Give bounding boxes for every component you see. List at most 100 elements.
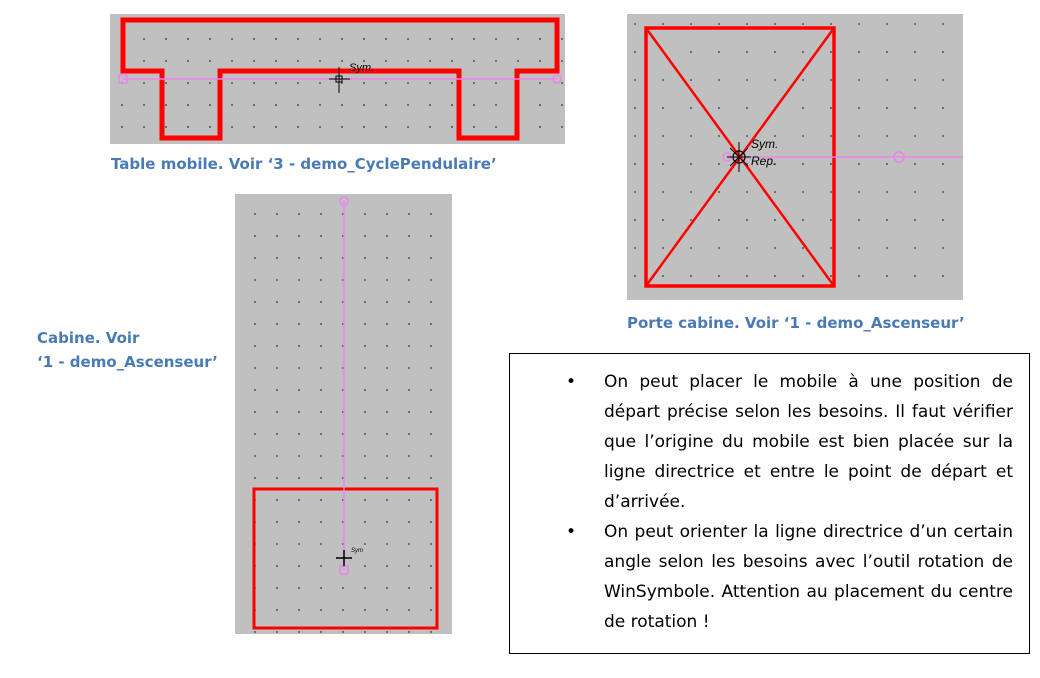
grid-dot bbox=[386, 433, 388, 435]
grid-dot bbox=[386, 499, 388, 501]
grid-dot bbox=[275, 38, 277, 40]
grid-dot bbox=[634, 163, 636, 165]
grid-dot bbox=[342, 631, 344, 633]
grid-dot bbox=[254, 279, 256, 281]
grid-dot bbox=[320, 323, 322, 325]
grid-dot bbox=[275, 104, 277, 106]
grid-dot bbox=[914, 79, 916, 81]
grid-dot bbox=[386, 411, 388, 413]
grid-dot bbox=[634, 191, 636, 193]
grid-dot bbox=[297, 60, 299, 62]
grid-dot bbox=[254, 433, 256, 435]
grid-dot bbox=[690, 219, 692, 221]
grid-dot bbox=[165, 82, 167, 84]
grid-dot bbox=[408, 345, 410, 347]
grid-dot bbox=[298, 543, 300, 545]
grid-dot bbox=[746, 79, 748, 81]
grid-dot bbox=[364, 521, 366, 523]
grid-dot bbox=[451, 82, 453, 84]
grid-dot bbox=[165, 38, 167, 40]
grid-dot bbox=[495, 82, 497, 84]
grid-dot bbox=[561, 60, 563, 62]
grid-dot bbox=[320, 213, 322, 215]
grid-dot bbox=[746, 247, 748, 249]
grid-dot bbox=[275, 60, 277, 62]
grid-dot bbox=[407, 38, 409, 40]
grid-dot bbox=[276, 455, 278, 457]
grid-dot bbox=[408, 323, 410, 325]
grid-dot bbox=[363, 82, 365, 84]
grid-dot bbox=[942, 191, 944, 193]
grid-dot bbox=[746, 51, 748, 53]
grid-dot bbox=[319, 104, 321, 106]
grid-dot bbox=[914, 23, 916, 25]
grid-dot bbox=[276, 587, 278, 589]
grid-dot bbox=[320, 433, 322, 435]
grid-dot bbox=[364, 543, 366, 545]
grid-dot bbox=[297, 104, 299, 106]
grid-dot bbox=[254, 235, 256, 237]
grid-dot bbox=[298, 279, 300, 281]
grid-dot bbox=[298, 389, 300, 391]
grid-dot bbox=[746, 135, 748, 137]
grid-dot bbox=[802, 191, 804, 193]
grid-dot bbox=[858, 219, 860, 221]
grid-dot bbox=[386, 587, 388, 589]
grid-dot bbox=[886, 23, 888, 25]
grid-dot bbox=[320, 257, 322, 259]
rep-label: Rep. bbox=[751, 154, 776, 168]
grid-dot bbox=[363, 104, 365, 106]
grid-dot bbox=[364, 213, 366, 215]
grid-dot bbox=[298, 323, 300, 325]
grid-dot bbox=[298, 367, 300, 369]
grid-dot bbox=[364, 477, 366, 479]
grid-dot bbox=[231, 126, 233, 128]
grid-dot bbox=[886, 275, 888, 277]
grid-dot bbox=[386, 345, 388, 347]
grid-dot bbox=[386, 301, 388, 303]
grid-dot bbox=[430, 411, 432, 413]
grid-dot bbox=[886, 51, 888, 53]
grid-dot bbox=[886, 107, 888, 109]
grid-dot bbox=[634, 135, 636, 137]
note-box: • On peut placer le mobile à une positio… bbox=[509, 353, 1030, 654]
grid-dot bbox=[802, 135, 804, 137]
grid-dot bbox=[254, 345, 256, 347]
grid-dot bbox=[143, 60, 145, 62]
grid-dot bbox=[363, 38, 365, 40]
grid-dot bbox=[297, 126, 299, 128]
grid-dot bbox=[320, 367, 322, 369]
grid-dot bbox=[858, 135, 860, 137]
grid-dot bbox=[830, 51, 832, 53]
grid-dot bbox=[718, 79, 720, 81]
grid-dot bbox=[407, 60, 409, 62]
grid-dot bbox=[942, 51, 944, 53]
grid-dot bbox=[276, 433, 278, 435]
grid-dot bbox=[858, 23, 860, 25]
grid-dot bbox=[539, 104, 541, 106]
grid-dot bbox=[430, 257, 432, 259]
grid-dot bbox=[298, 521, 300, 523]
grid-dot bbox=[386, 455, 388, 457]
grid-dot bbox=[298, 631, 300, 633]
grid-dot bbox=[539, 126, 541, 128]
grid-dot bbox=[386, 279, 388, 281]
grid-dot bbox=[858, 191, 860, 193]
grid-dot bbox=[914, 275, 916, 277]
grid-dot bbox=[386, 543, 388, 545]
grid-dot bbox=[830, 219, 832, 221]
grid-dot bbox=[718, 23, 720, 25]
grid-dot bbox=[364, 587, 366, 589]
grid-dot bbox=[254, 213, 256, 215]
grid-dot bbox=[662, 23, 664, 25]
grid-dot bbox=[886, 219, 888, 221]
grid-dot bbox=[298, 235, 300, 237]
grid-dot bbox=[276, 323, 278, 325]
grid-dot bbox=[342, 609, 344, 611]
grid-dot bbox=[802, 23, 804, 25]
grid-dot bbox=[143, 38, 145, 40]
grid-dot bbox=[319, 38, 321, 40]
grid-dot bbox=[802, 219, 804, 221]
grid-dot bbox=[320, 587, 322, 589]
note-bullet-2: • On peut orienter la ligne directrice d… bbox=[510, 517, 1029, 637]
